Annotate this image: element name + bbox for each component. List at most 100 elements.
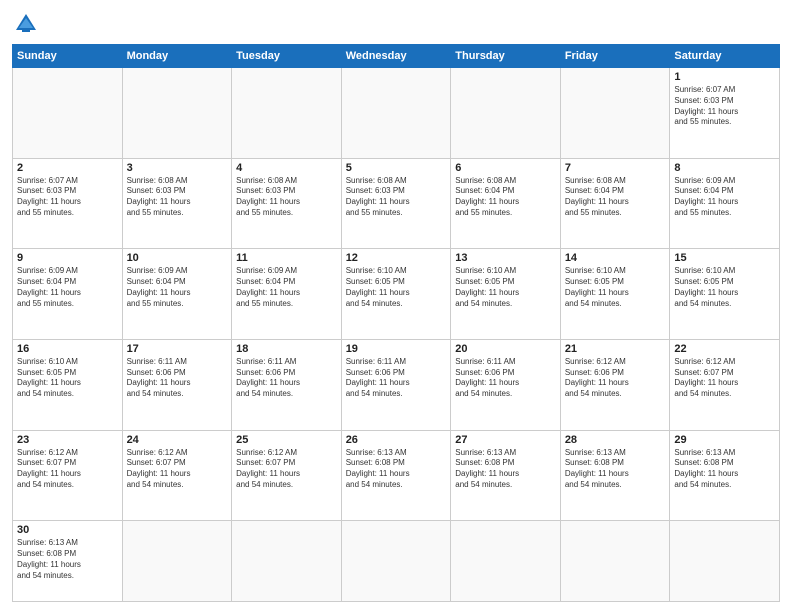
calendar-cell — [13, 68, 123, 159]
calendar-week-5: 23 Sunrise: 6:12 AM Sunset: 6:07 PM Dayli… — [13, 430, 780, 521]
day-info: Sunrise: 6:11 AM Sunset: 6:06 PM Dayligh… — [346, 357, 447, 400]
calendar-cell — [341, 68, 451, 159]
day-info: Sunrise: 6:08 AM Sunset: 6:04 PM Dayligh… — [455, 176, 556, 219]
calendar-cell: 2 Sunrise: 6:07 AM Sunset: 6:03 PM Daylig… — [13, 158, 123, 249]
calendar-cell — [451, 68, 561, 159]
calendar-cell: 20 Sunrise: 6:11 AM Sunset: 6:06 PM Dayli… — [451, 339, 561, 430]
calendar-cell: 23Sunrise: 6:12 AM Sunset: 6:07 PM Dayli… — [13, 430, 123, 521]
calendar-cell — [560, 68, 670, 159]
calendar-cell: 27Sunrise: 6:13 AM Sunset: 6:08 PM Dayli… — [451, 430, 561, 521]
calendar-cell: 22Sunrise: 6:12 AM Sunset: 6:07 PM Dayli… — [670, 339, 780, 430]
calendar-cell — [232, 521, 342, 602]
day-number: 10 — [127, 252, 228, 264]
day-number: 14 — [565, 252, 666, 264]
logo-icon — [12, 10, 40, 38]
day-info: Sunrise: 6:08 AM Sunset: 6:03 PM Dayligh… — [346, 176, 447, 219]
calendar-cell: 4 Sunrise: 6:08 AM Sunset: 6:03 PM Daylig… — [232, 158, 342, 249]
day-info: Sunrise: 6:09 AM Sunset: 6:04 PM Dayligh… — [127, 266, 228, 309]
day-info: Sunrise: 6:09 AM Sunset: 6:04 PM Dayligh… — [236, 266, 337, 309]
calendar-cell: 14 Sunrise: 6:10 AM Sunset: 6:05 PM Dayli… — [560, 249, 670, 340]
calendar-cell: 21Sunrise: 6:12 AM Sunset: 6:06 PM Dayli… — [560, 339, 670, 430]
day-info: Sunrise: 6:08 AM Sunset: 6:04 PM Dayligh… — [565, 176, 666, 219]
day-info: Sunrise: 6:07 AM Sunset: 6:03 PM Dayligh… — [17, 176, 118, 219]
page: SundayMondayTuesdayWednesdayThursdayFrid… — [0, 0, 792, 612]
day-info: Sunrise: 6:10 AM Sunset: 6:05 PM Dayligh… — [346, 266, 447, 309]
day-number: 2 — [17, 162, 118, 174]
calendar-cell: 25 Sunrise: 6:12 AM Sunset: 6:07 PM Dayli… — [232, 430, 342, 521]
day-info: Sunrise: 6:11 AM Sunset: 6:06 PM Dayligh… — [455, 357, 556, 400]
day-number: 24 — [127, 434, 228, 446]
day-info: Sunrise: 6:10 AM Sunset: 6:05 PM Dayligh… — [17, 357, 118, 400]
day-info: Sunrise: 6:09 AM Sunset: 6:04 PM Dayligh… — [17, 266, 118, 309]
calendar-cell: 13Sunrise: 6:10 AM Sunset: 6:05 PM Dayli… — [451, 249, 561, 340]
calendar-cell: 10 Sunrise: 6:09 AM Sunset: 6:04 PM Dayli… — [122, 249, 232, 340]
header — [12, 10, 780, 38]
day-number: 4 — [236, 162, 337, 174]
weekday-header-saturday: Saturday — [670, 45, 780, 68]
calendar-cell: 9 Sunrise: 6:09 AM Sunset: 6:04 PM Daylig… — [13, 249, 123, 340]
day-info: Sunrise: 6:13 AM Sunset: 6:08 PM Dayligh… — [565, 448, 666, 491]
day-info: Sunrise: 6:12 AM Sunset: 6:07 PM Dayligh… — [127, 448, 228, 491]
day-info: Sunrise: 6:13 AM Sunset: 6:08 PM Dayligh… — [674, 448, 775, 491]
calendar-cell: 28 Sunrise: 6:13 AM Sunset: 6:08 PM Dayli… — [560, 430, 670, 521]
calendar-cell: 6Sunrise: 6:08 AM Sunset: 6:04 PM Daylig… — [451, 158, 561, 249]
weekday-header-wednesday: Wednesday — [341, 45, 451, 68]
weekday-header-sunday: Sunday — [13, 45, 123, 68]
day-number: 17 — [127, 343, 228, 355]
day-number: 25 — [236, 434, 337, 446]
day-info: Sunrise: 6:12 AM Sunset: 6:06 PM Dayligh… — [565, 357, 666, 400]
day-info: Sunrise: 6:07 AM Sunset: 6:03 PM Dayligh… — [674, 85, 775, 128]
calendar-week-3: 9 Sunrise: 6:09 AM Sunset: 6:04 PM Daylig… — [13, 249, 780, 340]
calendar-cell: 8 Sunrise: 6:09 AM Sunset: 6:04 PM Daylig… — [670, 158, 780, 249]
day-number: 7 — [565, 162, 666, 174]
day-info: Sunrise: 6:10 AM Sunset: 6:05 PM Dayligh… — [565, 266, 666, 309]
day-info: Sunrise: 6:13 AM Sunset: 6:08 PM Dayligh… — [346, 448, 447, 491]
day-number: 29 — [674, 434, 775, 446]
day-info: Sunrise: 6:08 AM Sunset: 6:03 PM Dayligh… — [236, 176, 337, 219]
logo — [12, 10, 44, 38]
calendar-cell: 16Sunrise: 6:10 AM Sunset: 6:05 PM Dayli… — [13, 339, 123, 430]
day-number: 9 — [17, 252, 118, 264]
day-info: Sunrise: 6:08 AM Sunset: 6:03 PM Dayligh… — [127, 176, 228, 219]
day-number: 1 — [674, 71, 775, 83]
calendar-table: SundayMondayTuesdayWednesdayThursdayFrid… — [12, 44, 780, 602]
day-number: 28 — [565, 434, 666, 446]
calendar-cell — [560, 521, 670, 602]
weekday-header-row: SundayMondayTuesdayWednesdayThursdayFrid… — [13, 45, 780, 68]
calendar-cell: 15Sunrise: 6:10 AM Sunset: 6:05 PM Dayli… — [670, 249, 780, 340]
day-info: Sunrise: 6:11 AM Sunset: 6:06 PM Dayligh… — [236, 357, 337, 400]
calendar-cell — [341, 521, 451, 602]
calendar-cell — [670, 521, 780, 602]
calendar-cell: 3 Sunrise: 6:08 AM Sunset: 6:03 PM Daylig… — [122, 158, 232, 249]
calendar-cell — [451, 521, 561, 602]
day-number: 12 — [346, 252, 447, 264]
calendar-week-1: 1 Sunrise: 6:07 AM Sunset: 6:03 PM Daylig… — [13, 68, 780, 159]
day-number: 26 — [346, 434, 447, 446]
calendar-cell: 17 Sunrise: 6:11 AM Sunset: 6:06 PM Dayli… — [122, 339, 232, 430]
day-number: 11 — [236, 252, 337, 264]
calendar-week-6: 30Sunrise: 6:13 AM Sunset: 6:08 PM Dayli… — [13, 521, 780, 602]
day-number: 8 — [674, 162, 775, 174]
calendar-cell: 11 Sunrise: 6:09 AM Sunset: 6:04 PM Dayli… — [232, 249, 342, 340]
day-number: 15 — [674, 252, 775, 264]
day-number: 27 — [455, 434, 556, 446]
weekday-header-monday: Monday — [122, 45, 232, 68]
day-number: 19 — [346, 343, 447, 355]
weekday-header-thursday: Thursday — [451, 45, 561, 68]
day-info: Sunrise: 6:11 AM Sunset: 6:06 PM Dayligh… — [127, 357, 228, 400]
weekday-header-tuesday: Tuesday — [232, 45, 342, 68]
calendar-cell: 18Sunrise: 6:11 AM Sunset: 6:06 PM Dayli… — [232, 339, 342, 430]
calendar-cell: 5Sunrise: 6:08 AM Sunset: 6:03 PM Daylig… — [341, 158, 451, 249]
day-number: 20 — [455, 343, 556, 355]
day-info: Sunrise: 6:12 AM Sunset: 6:07 PM Dayligh… — [674, 357, 775, 400]
day-number: 30 — [17, 524, 118, 536]
calendar-cell — [232, 68, 342, 159]
calendar-cell: 12 Sunrise: 6:10 AM Sunset: 6:05 PM Dayli… — [341, 249, 451, 340]
day-number: 3 — [127, 162, 228, 174]
weekday-header-friday: Friday — [560, 45, 670, 68]
day-info: Sunrise: 6:09 AM Sunset: 6:04 PM Dayligh… — [674, 176, 775, 219]
calendar-cell — [122, 521, 232, 602]
day-info: Sunrise: 6:12 AM Sunset: 6:07 PM Dayligh… — [236, 448, 337, 491]
day-number: 23 — [17, 434, 118, 446]
calendar-week-4: 16Sunrise: 6:10 AM Sunset: 6:05 PM Dayli… — [13, 339, 780, 430]
